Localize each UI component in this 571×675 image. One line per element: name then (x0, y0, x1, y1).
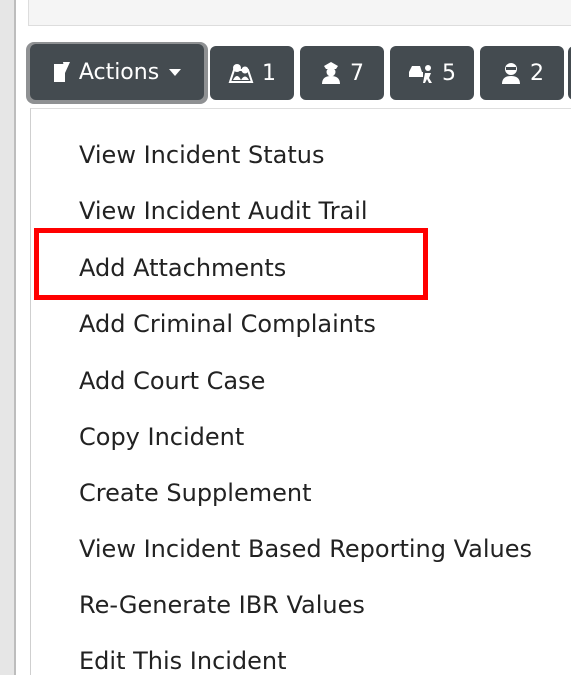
toolbar: Actions 1 7 5 2 (26, 42, 571, 104)
top-panel (28, 0, 571, 26)
actions-label: Actions (78, 59, 160, 85)
menu-item-view-ibr-values[interactable]: View Incident Based Reporting Values (79, 535, 532, 563)
officer-icon (320, 61, 342, 85)
officers-count: 7 (350, 60, 364, 86)
menu-item-view-incident-status[interactable]: View Incident Status (79, 141, 324, 169)
menu-item-add-criminal-complaints[interactable]: Add Criminal Complaints (79, 310, 376, 338)
suspects-count: 2 (530, 60, 544, 86)
actions-focus-ring: Actions (26, 42, 208, 104)
locations-count: 1 (262, 60, 276, 86)
locations-button[interactable]: 1 (210, 46, 294, 100)
vehicle-person-icon (408, 62, 434, 84)
suspect-icon (500, 61, 522, 85)
highlight-box (34, 228, 428, 300)
menu-item-regenerate-ibr-values[interactable]: Re-Generate IBR Values (79, 591, 365, 619)
menu-item-create-supplement[interactable]: Create Supplement (79, 479, 312, 507)
notepad-icon (53, 61, 71, 83)
vehicles-count: 5 (442, 60, 456, 86)
suspects-button[interactable]: 2 (480, 46, 564, 100)
actions-dropdown-button[interactable]: Actions (30, 44, 204, 100)
vehicles-button[interactable]: 5 (390, 46, 474, 100)
menu-item-copy-incident[interactable]: Copy Incident (79, 423, 244, 451)
menu-item-edit-this-incident[interactable]: Edit This Incident (79, 647, 287, 675)
left-divider (14, 0, 16, 675)
chevron-down-icon (169, 68, 182, 76)
map-pin-people-icon (228, 62, 254, 84)
officers-button[interactable]: 7 (300, 46, 384, 100)
menu-item-view-incident-audit-trail[interactable]: View Incident Audit Trail (79, 197, 368, 225)
menu-item-add-court-case[interactable]: Add Court Case (79, 367, 265, 395)
left-gutter (0, 0, 14, 675)
actions-dropdown-menu: View Incident Status View Incident Audit… (30, 108, 571, 675)
